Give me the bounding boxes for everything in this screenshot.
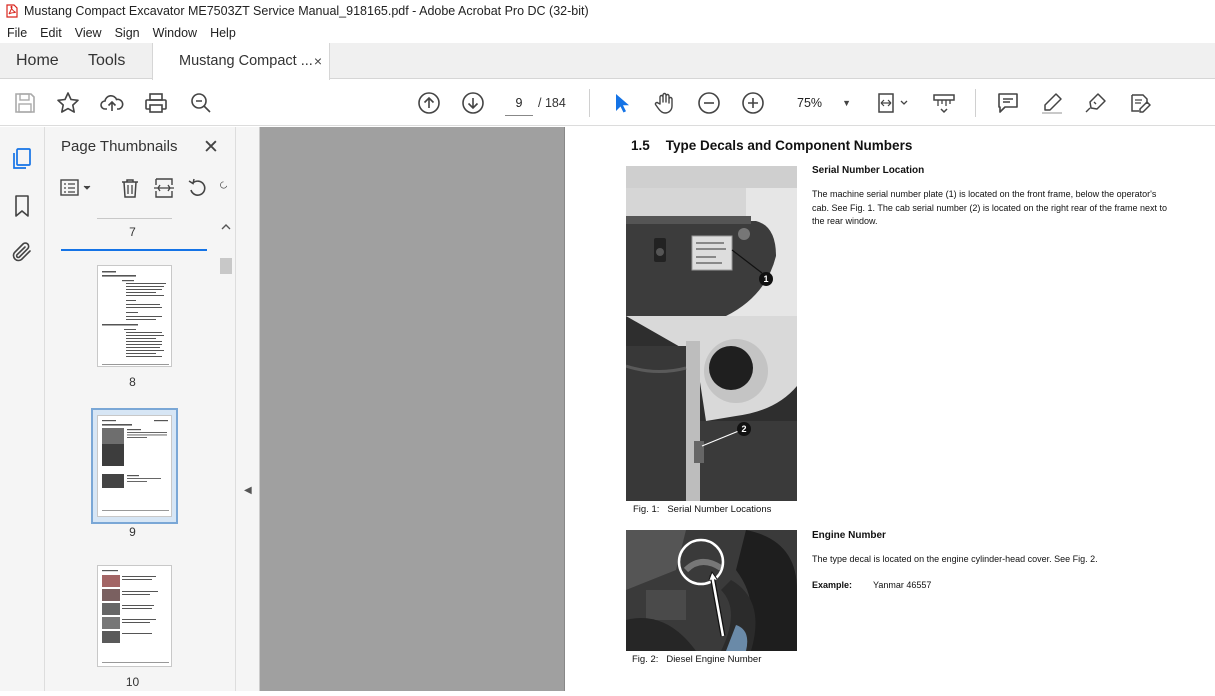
example-value: Yanmar 46557 [873,580,932,590]
callout-badge-1: 1 [759,272,773,286]
title-bar: Mustang Compact Excavator ME7503ZT Servi… [0,0,1215,22]
left-rail [0,127,45,691]
fill-sign-icon[interactable] [1128,91,1152,115]
section-title: Type Decals and Component Numbers [665,138,913,153]
acrobat-icon [6,4,18,18]
fig1-caption-text: Serial Number Locations [667,504,772,515]
next-page-icon[interactable] [461,91,485,115]
select-cursor-icon[interactable] [609,91,633,115]
thumbnail-label-9: 9 [129,525,136,539]
tab-home[interactable]: Home [16,43,59,79]
document-canvas [260,127,564,691]
tab-bar: Home Tools Mustang Compact ... × [0,43,1215,80]
sign-pen-icon[interactable] [1084,91,1108,115]
menu-window[interactable]: Window [146,26,203,40]
page-total: / 184 [538,96,566,110]
close-panel-icon[interactable]: ✕ [203,136,219,159]
thumbnail-page-8[interactable] [97,265,172,367]
serial-plate-photo [626,166,797,316]
thumbnail-7-edge [97,218,172,219]
engine-text: The type decal is located on the engine … [812,554,1098,564]
menu-bar: File Edit View Sign Window Help [0,22,1215,43]
upload-cloud-icon[interactable] [100,91,124,115]
thumbnail-list: 7 8 9 10 [45,215,220,691]
serial-text: The machine serial number plate (1) is l… [812,189,1168,226]
menu-sign[interactable]: Sign [108,26,146,40]
delete-trash-icon[interactable] [119,177,141,199]
tab-document[interactable]: Mustang Compact ... × [152,43,330,80]
thumbnail-page-9[interactable] [97,415,172,517]
comment-icon[interactable] [996,91,1020,115]
zoom-search-icon[interactable] [189,91,213,115]
chevron-down-icon: ▼ [842,98,851,108]
thumbnail-panel: Page Thumbnails ✕ 7 8 9 10 [45,127,236,691]
hand-tool-icon[interactable] [653,91,677,115]
toolbar-divider [589,89,590,117]
zoom-in-icon[interactable] [741,91,765,115]
section-heading: 1.5 Type Decals and Component Numbers [631,138,912,153]
tab-document-label: Mustang Compact ... [179,53,313,69]
cab-serial-photo [626,316,797,501]
collapse-arrow-icon: ◀ [244,485,252,496]
engine-heading: Engine Number [812,530,886,541]
pdf-page: 1.5 Type Decals and Component Numbers 1 [564,127,1215,691]
menu-file[interactable]: File [0,26,33,40]
thumbnail-scrollbar[interactable] [219,219,233,691]
menu-edit[interactable]: Edit [33,26,68,40]
section-number: 1.5 [631,138,650,153]
scroll-mode-icon[interactable] [932,91,956,115]
rotate-left-icon[interactable] [187,177,209,199]
bookmark-icon[interactable] [10,194,34,218]
thumbnail-label-8: 8 [129,375,136,389]
callout-badge-2: 2 [737,422,751,436]
tab-tools[interactable]: Tools [88,43,125,79]
main-toolbar: 9 / 184 75% ▼ [0,80,1215,126]
thumbnail-label-7: 7 [129,225,136,239]
star-icon[interactable] [56,91,80,115]
zoom-out-icon[interactable] [697,91,721,115]
serial-heading: Serial Number Location [812,165,925,176]
thumbnail-7-underline [61,249,207,251]
toolbar-divider [975,89,976,117]
panel-title: Page Thumbnails [61,138,178,155]
fig2-caption-number: Fig. 2: [632,654,659,665]
fig1-caption-number: Fig. 1: [633,504,660,515]
highlight-pen-icon[interactable] [1040,91,1064,115]
close-tab-icon[interactable]: × [314,43,322,79]
print-icon[interactable] [144,91,168,115]
page-fit-icon[interactable] [876,91,912,115]
fig2-caption: Fig. 2: Diesel Engine Number [632,654,761,665]
window-title: Mustang Compact Excavator ME7503ZT Servi… [24,4,589,18]
zoom-value: 75% [797,96,823,110]
fig1-caption: Fig. 1: Serial Number Locations [633,504,771,515]
panel-toolbar [59,175,229,203]
previous-page-icon[interactable] [417,91,441,115]
thumbnail-page-10[interactable] [97,565,172,667]
save-icon[interactable] [13,91,37,115]
menu-help[interactable]: Help [203,26,242,40]
thumbnail-label-10: 10 [125,675,140,689]
example-label: Example: [812,580,853,590]
panel-collapse-handle[interactable]: ◀ [236,127,260,691]
engine-number-photo [626,530,797,651]
attachment-icon[interactable] [10,240,34,264]
extract-pages-icon[interactable] [153,177,175,199]
rotate-right-icon[interactable] [219,177,229,199]
menu-view[interactable]: View [68,26,108,40]
zoom-select[interactable]: 75% ▼ [789,90,857,116]
page-thumbnails-icon[interactable] [10,147,34,171]
options-menu-icon[interactable] [59,177,95,199]
page-number-input[interactable]: 9 [505,90,533,116]
fig2-caption-text: Diesel Engine Number [666,654,762,665]
